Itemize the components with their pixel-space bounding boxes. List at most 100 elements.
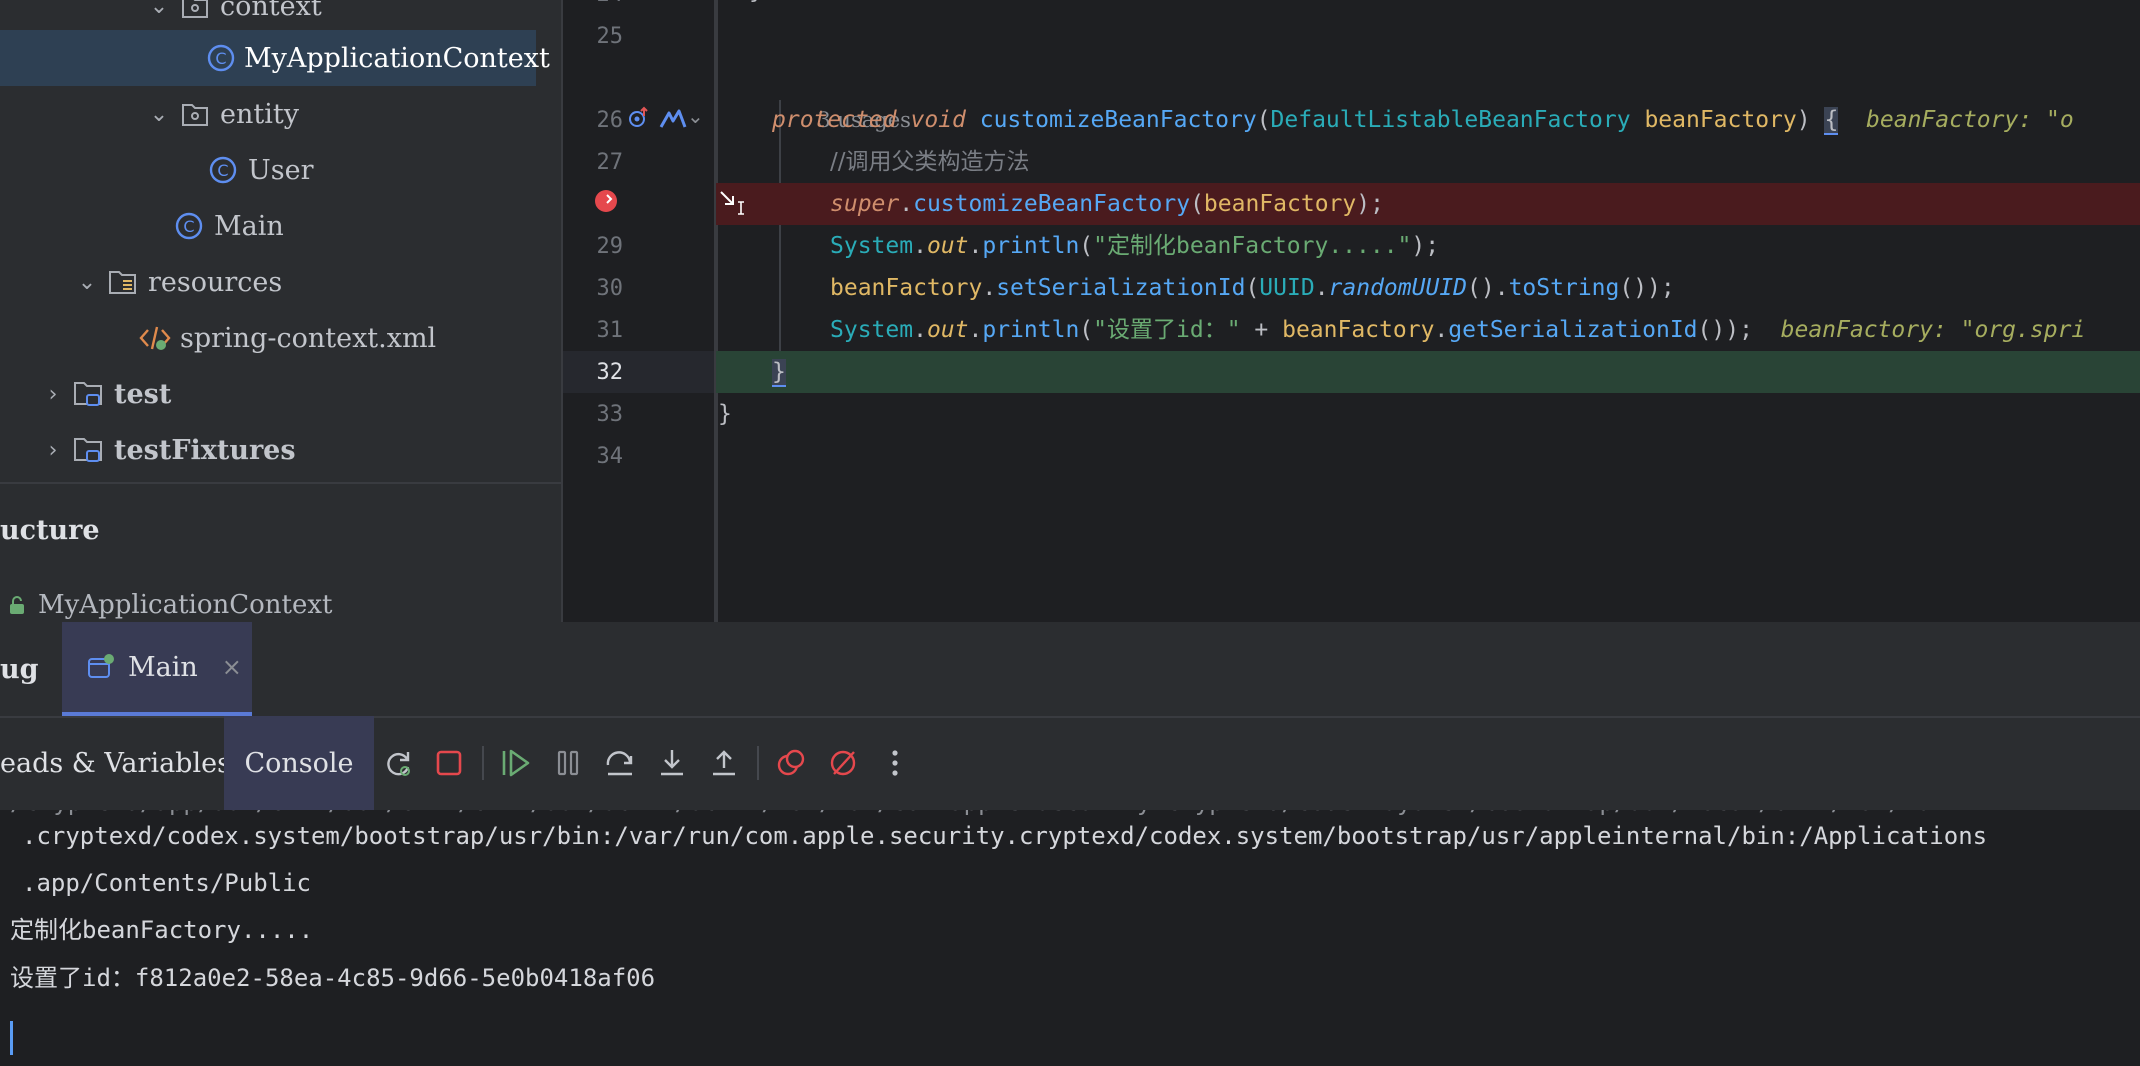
resume-icon[interactable] — [497, 744, 535, 782]
source-folder-icon — [72, 433, 106, 467]
type-name: UUID — [1259, 275, 1315, 301]
chevron-down-icon[interactable]: ⌄ — [146, 102, 172, 127]
step-into-icon[interactable] — [653, 744, 691, 782]
debug-session-tabs: ug Main × — [0, 622, 2140, 718]
type-name: System — [830, 233, 914, 259]
tree-item-testfixtures[interactable]: › testFixtures — [0, 422, 561, 478]
line-number: 27 — [596, 150, 624, 175]
code-line-32-current: } — [716, 351, 2140, 393]
tree-item-label: test — [114, 378, 172, 410]
tab-console[interactable]: Console — [224, 716, 374, 810]
line-number: 34 — [596, 444, 624, 469]
rerun-icon[interactable] — [380, 744, 418, 782]
console-input-caret[interactable] — [10, 1021, 13, 1055]
debug-tool-window: ug Main × eads & Variables Console .cryp… — [0, 622, 2140, 1066]
tree-item-user[interactable]: C User — [0, 142, 561, 198]
tab-main-session[interactable]: Main × — [62, 622, 252, 716]
keyword: protected — [772, 107, 897, 133]
brace-match: { — [1824, 107, 1839, 135]
tree-item-entity-package[interactable]: ⌄ entity — [0, 86, 561, 142]
console-line: 定制化beanFactory..... — [10, 916, 314, 944]
console-line: .app/Contents/Public — [22, 869, 311, 897]
svg-text:C: C — [217, 161, 228, 180]
code-line: } — [716, 0, 2140, 12]
debug-tool-title: ug — [0, 653, 39, 685]
code-line-26: protected void customizeBeanFactory(Defa… — [772, 107, 2074, 135]
code-comment: //调用父类构造方法 — [830, 149, 1030, 175]
tab-threads-variables[interactable]: eads & Variables — [0, 716, 231, 810]
string-literal: "设置了id：" — [1093, 317, 1241, 343]
ai-assistant-icon[interactable] — [659, 108, 687, 135]
code-line-31: System.out.println("设置了id：" + beanFactor… — [830, 317, 2086, 343]
step-over-icon[interactable] — [601, 744, 639, 782]
parameter-name: beanFactory — [1203, 191, 1357, 217]
class-icon: C — [172, 209, 206, 243]
code-line-29: System.out.println("定制化beanFactory....."… — [830, 233, 1440, 259]
keyword: void — [910, 107, 966, 133]
console-output[interactable]: /cryptexd/app/usr/bin:/usr/bin:/bin:/usr… — [0, 810, 2140, 1066]
type-name: System — [830, 317, 914, 343]
method-call: randomUUID — [1328, 275, 1468, 301]
code-usages-hint[interactable]: 3 usages — [716, 57, 2140, 132]
line-number: 25 — [596, 24, 624, 49]
method-call: customizeBeanFactory — [913, 191, 1191, 217]
tree-item-main[interactable]: C Main — [0, 198, 561, 254]
chevron-right-icon[interactable]: › — [40, 382, 66, 407]
console-line: 设置了id：f812a0e2-58ea-4c85-9d66-5e0b0418af… — [10, 964, 656, 992]
structure-item-class[interactable]: MyApplicationContext — [0, 580, 332, 622]
tab-main-label: Main — [128, 651, 198, 683]
line-number: 31 — [596, 318, 624, 343]
tree-item-label: resources — [148, 266, 283, 298]
code-line-33: } — [718, 401, 732, 427]
structure-item-label: MyApplicationContext — [38, 590, 333, 620]
overrides-method-icon[interactable] — [627, 106, 651, 135]
debug-toolbar: eads & Variables Console — [0, 716, 2140, 810]
tree-item-test[interactable]: › test — [0, 366, 561, 422]
chevron-right-icon[interactable]: › — [40, 438, 66, 463]
inline-debug-value: beanFactory: "org.spri — [1780, 317, 2086, 343]
type-name: DefaultListableBeanFactory — [1270, 107, 1631, 133]
toolbar-separator — [757, 746, 759, 780]
mouse-cursor-icon — [719, 190, 749, 223]
chevron-down-icon[interactable]: ⌄ — [146, 0, 172, 19]
method-name: customizeBeanFactory — [979, 107, 1257, 133]
mute-breakpoints-icon[interactable] — [824, 744, 862, 782]
svg-text:C: C — [215, 49, 226, 68]
view-breakpoints-icon[interactable] — [772, 744, 810, 782]
code-editor[interactable]: 24 25 26 27 29 30 31 32 33 34 ⌄ } 3 usag… — [563, 0, 2140, 622]
tree-item-myapplicationcontext[interactable]: C MyApplicationContext — [0, 30, 550, 86]
field-name: out — [926, 233, 969, 259]
package-icon — [178, 97, 212, 131]
step-out-icon[interactable] — [705, 744, 743, 782]
tree-item-label: entity — [220, 98, 299, 130]
method-call: getSerializationId — [1448, 317, 1698, 343]
line-number-current: 32 — [596, 360, 624, 385]
keyword: super — [830, 191, 900, 217]
tree-item-context-package[interactable]: ⌄ context — [0, 0, 561, 34]
chevron-down-icon[interactable]: ⌄ — [74, 270, 100, 295]
resources-folder-icon — [106, 265, 140, 299]
chevron-down-icon[interactable]: ⌄ — [687, 104, 704, 129]
method-call: println — [982, 233, 1080, 259]
pause-icon[interactable] — [549, 744, 587, 782]
parameter-name: beanFactory — [830, 275, 983, 301]
panel-divider — [0, 482, 561, 484]
structure-panel-title: ucture — [0, 515, 100, 546]
method-call: toString — [1508, 275, 1620, 301]
code-line-30: beanFactory.setSerializationId(UUID.rand… — [830, 275, 1675, 301]
stop-icon[interactable] — [430, 744, 468, 782]
tree-item-resources[interactable]: ⌄ resources — [0, 254, 561, 310]
breakpoint-icon[interactable] — [593, 188, 619, 219]
console-line: .cryptexd/codex.system/bootstrap/usr/bin… — [22, 822, 1988, 850]
code-line-28-breakpoint: super.customizeBeanFactory(beanFactory); — [716, 183, 2140, 225]
close-icon[interactable]: × — [222, 653, 242, 681]
line-number: 26 — [596, 108, 624, 133]
method-call: setSerializationId — [996, 275, 1246, 301]
line-number: 24 — [563, 0, 624, 7]
toolbar-separator — [482, 746, 484, 780]
tree-item-spring-context-xml[interactable]: spring-context.xml — [0, 310, 561, 366]
tree-item-label: spring-context.xml — [180, 322, 437, 354]
editor-gutter[interactable]: 24 25 26 27 29 30 31 32 33 34 ⌄ — [563, 0, 716, 622]
more-icon[interactable] — [876, 744, 914, 782]
tree-item-label: User — [248, 154, 314, 186]
